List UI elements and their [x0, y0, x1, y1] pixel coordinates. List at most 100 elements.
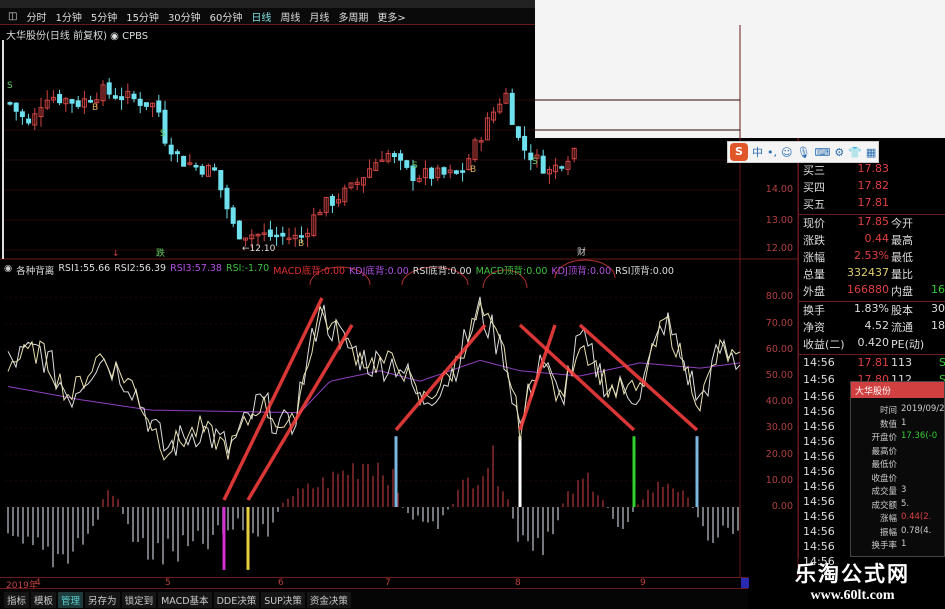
quote-l2: 113	[891, 356, 912, 369]
tab-8[interactable]: 资金决策	[306, 591, 351, 608]
popup-value: 1	[901, 539, 907, 549]
price-tick: 12.00	[765, 243, 793, 254]
quote-v: 17.81	[857, 196, 890, 209]
quote-l2: PE(动)	[891, 338, 925, 351]
watermark-url: www.60lt.com	[810, 588, 895, 603]
quote-v: 17.83	[857, 162, 890, 175]
quote-v: 332437	[847, 266, 889, 279]
quote-l: 14:56	[803, 356, 835, 369]
quote-v: 2.53%	[854, 249, 889, 262]
quote-v: 0.44	[864, 232, 890, 245]
tick-time: 14:56	[803, 510, 835, 523]
quote-row: 净资 4.52 流通 18	[803, 319, 945, 336]
candle-body	[199, 165, 205, 175]
field-label: MACD底背:	[273, 266, 324, 277]
tick-time: 14:56	[803, 450, 835, 463]
field-label: KDJ顶背:	[551, 266, 590, 277]
quote-l2: 今开	[891, 217, 913, 230]
settings-icon[interactable]: ◉	[4, 263, 12, 277]
candle-body	[280, 232, 286, 237]
indicator-field: RSI:-1.70	[226, 263, 269, 277]
tab-0[interactable]: 指标	[4, 591, 30, 608]
tab-6[interactable]: DDE决策	[213, 591, 260, 608]
field-label: KDJ底背:	[349, 266, 388, 277]
candle-body	[156, 100, 162, 113]
mic-icon[interactable]: 🎙	[796, 146, 810, 159]
candle-body	[515, 126, 521, 138]
quote-l: 涨跌	[803, 234, 825, 247]
candle-body	[509, 92, 515, 125]
candle-body	[19, 111, 25, 118]
field-label: RSI1:	[58, 263, 83, 274]
popup-label: 数值	[879, 419, 897, 430]
indicator-field: RSI3:57.38	[170, 263, 222, 277]
month-label: 7	[385, 578, 391, 588]
month-label: 9	[640, 578, 646, 588]
indicator-field: RSI2:56.39	[114, 263, 166, 277]
candle-body	[559, 166, 565, 169]
indicator-name[interactable]: 各种背离	[16, 263, 54, 277]
sogou-logo-icon[interactable]: S	[730, 143, 748, 161]
tab-4[interactable]: 锁定到	[121, 591, 157, 608]
field-label: RSI:	[225, 263, 245, 274]
indicator-tick: 20.00	[765, 448, 793, 460]
candle-body	[224, 187, 230, 210]
tab-1[interactable]: 模板	[31, 591, 57, 608]
popup-row: 最低价	[851, 458, 945, 470]
skin-icon[interactable]: 👕	[848, 146, 862, 159]
tab-5[interactable]: MACD基本	[158, 591, 212, 608]
candle-body	[131, 93, 137, 100]
candle-body	[7, 102, 13, 105]
candle-body	[274, 234, 280, 238]
indicator-field: MACD底背:0.00	[273, 263, 345, 277]
candle-body	[106, 82, 112, 95]
candle-body	[137, 98, 143, 106]
indicator-tick: 30.00	[765, 422, 793, 434]
tab-3[interactable]: 另存为	[85, 591, 120, 608]
tick-time: 14:56	[803, 405, 835, 418]
punctuation-icon[interactable]: •,	[767, 146, 777, 159]
candle-body	[522, 135, 528, 151]
buy-signal: B	[92, 103, 98, 113]
candle-body	[168, 144, 174, 155]
apps-icon[interactable]: ▦	[866, 146, 876, 159]
popup-label: 成交量	[871, 487, 897, 497]
candle-body	[57, 93, 63, 104]
indicator-tick: 50.00	[765, 370, 793, 381]
keyboard-icon[interactable]: ⌨	[814, 146, 830, 159]
indicator-field: KDJ顶背:0.00	[551, 263, 611, 277]
candle-body	[404, 160, 410, 168]
divergence-line	[394, 323, 487, 432]
tick-time: 14:56	[803, 480, 835, 493]
quote-l2: 流通	[891, 321, 913, 334]
quote-row: 外盘 166880 内盘 16	[803, 283, 945, 300]
chart-canvas[interactable]: S S B B S S B ←12.10 ↓ 跌 财	[0, 0, 800, 590]
data-popup: 大华股份 时间 2019/09/2 数值 1 开盘价 17.36(-0 最高价 最低价 收盘价成…	[850, 381, 945, 557]
quote-row: 总量 332437 量比	[803, 266, 945, 283]
popup-title: 大华股份	[851, 382, 944, 398]
tab-2[interactable]: 管理	[58, 591, 84, 608]
indicator-field: RSI底背:0.00	[413, 263, 472, 277]
tick-time: 14:56	[803, 420, 835, 433]
candle-body	[26, 118, 32, 124]
popup-label: 最低价	[871, 460, 897, 470]
toolbox-icon[interactable]: ⚙	[834, 146, 844, 159]
sell-signal: S	[7, 81, 13, 91]
field-value: 0.00	[323, 266, 346, 277]
scroll-button[interactable]	[741, 578, 749, 588]
buy-signal: B	[298, 239, 304, 249]
quote-l2: 最高	[891, 234, 913, 247]
quote-l2: 股本	[891, 304, 913, 317]
tab-7[interactable]: SUP决策	[261, 591, 305, 608]
emoji-icon[interactable]: ☺	[781, 146, 792, 159]
quote-l2: 量比	[891, 268, 913, 281]
tick-time: 14:56	[803, 525, 835, 538]
event-marker: 财	[577, 246, 586, 258]
tick-time: 14:56	[803, 495, 835, 508]
indicator-field: RSI顶背:0.00	[615, 263, 674, 277]
field-value: 55.66	[83, 263, 111, 274]
watermark-name: 乐淘公式网	[795, 561, 910, 586]
candle-body	[181, 155, 187, 167]
ime-mode[interactable]: 中	[752, 144, 763, 160]
popup-value: 3	[901, 485, 907, 495]
